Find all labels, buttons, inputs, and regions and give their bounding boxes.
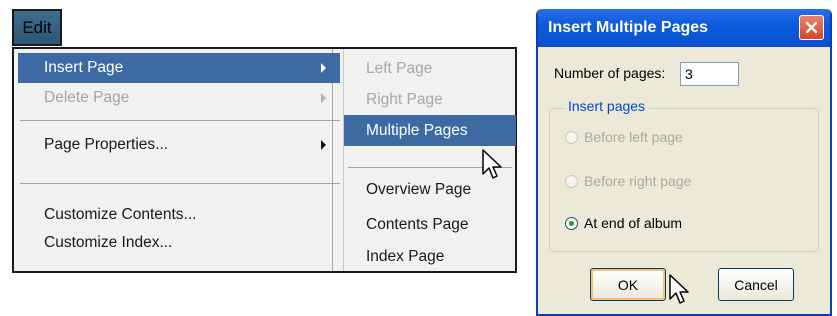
dialog-title: Insert Multiple Pages — [548, 19, 709, 36]
menu-separator — [20, 183, 340, 184]
num-pages-label: Number of pages: — [554, 65, 666, 81]
menu-item-delete-page[interactable]: Delete Page — [18, 83, 340, 113]
radio-before-right-page[interactable]: Before right page — [565, 171, 691, 191]
submenu-arrow-icon — [321, 93, 326, 103]
radio-button-icon — [565, 130, 578, 144]
submenu-item-label: Overview Page — [366, 180, 472, 198]
insert-page-submenu: Left Page Right Page Multiple Pages Over… — [343, 49, 516, 271]
radio-selected-dot — [569, 220, 574, 226]
menu-item-label: Customize Index... — [44, 234, 173, 251]
submenu-item-overview-page[interactable]: Overview Page — [344, 174, 516, 205]
menu-item-label: Delete Page — [44, 89, 130, 106]
num-pages-input[interactable] — [680, 62, 739, 86]
submenu-item-multiple-pages[interactable]: Multiple Pages — [344, 115, 516, 146]
edit-menu-label: Edit — [22, 17, 52, 37]
menu-item-insert-page[interactable]: Insert Page — [18, 53, 340, 83]
menu-item-label: Customize Contents... — [44, 206, 197, 223]
radio-label: Before left page — [584, 129, 683, 145]
submenu-arrow-icon — [321, 140, 326, 150]
cancel-button[interactable]: Cancel — [718, 268, 794, 301]
submenu-item-left-page[interactable]: Left Page — [344, 53, 516, 84]
menu-item-page-properties[interactable]: Page Properties... — [18, 130, 340, 160]
submenu-item-label: Multiple Pages — [366, 121, 468, 139]
submenu-item-label: Right Page — [366, 90, 443, 108]
menu-main-column: Insert Page Delete Page Page Properties.… — [14, 49, 340, 271]
submenu-item-contents-page[interactable]: Contents Page — [344, 209, 516, 240]
submenu-item-right-page[interactable]: Right Page — [344, 84, 516, 115]
menu-item-label: Insert Page — [44, 59, 124, 76]
radio-before-left-page[interactable]: Before left page — [565, 127, 683, 147]
menu-item-customize-contents[interactable]: Customize Contents... — [18, 200, 340, 230]
submenu-item-label: Index Page — [366, 247, 445, 265]
submenu-item-label: Left Page — [366, 59, 433, 77]
mouse-pointer-icon — [669, 274, 689, 304]
menu-item-label: Page Properties... — [44, 136, 169, 153]
insert-multiple-pages-dialog: Insert Multiple Pages Number of pages: I… — [536, 9, 832, 316]
radio-label: At end of album — [584, 215, 683, 231]
ok-button[interactable]: OK — [590, 268, 666, 301]
submenu-arrow-icon — [321, 63, 326, 73]
submenu-item-index-page[interactable]: Index Page — [344, 241, 516, 272]
submenu-separator — [348, 167, 512, 168]
menu-item-customize-index[interactable]: Customize Index... — [18, 228, 340, 258]
menu-separator — [20, 120, 340, 121]
close-icon — [805, 21, 818, 34]
close-button[interactable] — [799, 15, 824, 40]
edit-menu-button[interactable]: Edit — [12, 9, 62, 46]
insert-pages-group-title: Insert pages — [564, 98, 650, 114]
submenu-item-label: Contents Page — [366, 215, 469, 233]
edit-dropdown-menu: Insert Page Delete Page Page Properties.… — [12, 47, 517, 273]
ok-button-label: OK — [617, 276, 639, 293]
radio-at-end-of-album[interactable]: At end of album — [565, 213, 682, 233]
radio-button-icon — [565, 174, 578, 188]
cancel-button-label: Cancel — [734, 276, 778, 293]
dialog-titlebar: Insert Multiple Pages — [538, 9, 830, 47]
radio-button-icon — [565, 216, 578, 230]
radio-label: Before right page — [584, 173, 692, 189]
